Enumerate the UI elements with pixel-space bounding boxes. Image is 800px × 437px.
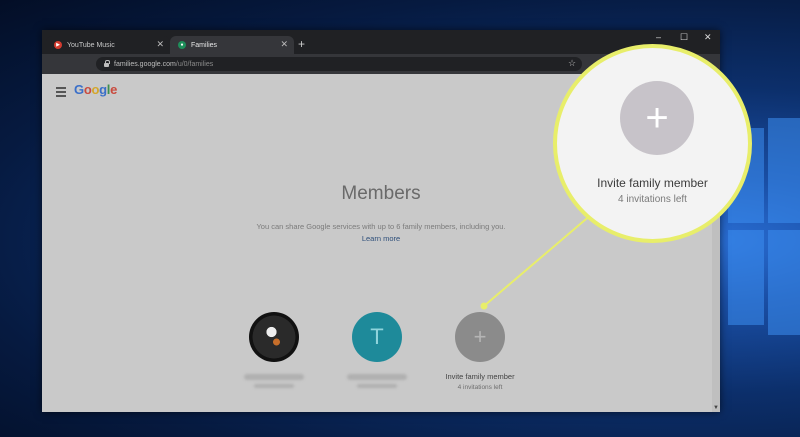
maximize-icon[interactable]: ☐ — [680, 32, 688, 43]
lock-icon — [104, 60, 110, 67]
minimize-icon[interactable]: – — [656, 32, 661, 42]
tab-label: YouTube Music — [67, 41, 115, 49]
logo-letter: e — [110, 82, 118, 97]
callout-subtitle: 4 invitations left — [618, 194, 687, 205]
windows-logo-pane — [728, 230, 764, 325]
callout-title: Invite family member — [597, 176, 708, 190]
close-tab-icon[interactable]: ✕ — [280, 39, 288, 50]
new-tab-button[interactable]: + — [298, 37, 305, 51]
windows-logo-pane — [768, 230, 800, 335]
member-email-blurred — [254, 384, 294, 388]
tab-families[interactable]: ● Families ✕ — [170, 36, 294, 54]
member-avatar-photo[interactable] — [249, 312, 299, 362]
url-host: families.google.com — [114, 60, 176, 68]
url-path: /u/0/families — [175, 60, 214, 68]
invite-plus-icon[interactable]: + — [620, 81, 694, 155]
close-tab-icon[interactable]: ✕ — [156, 39, 164, 50]
google-logo[interactable]: Google — [74, 82, 117, 97]
logo-letter: G — [74, 82, 84, 97]
invite-label: Invite family member — [445, 372, 515, 381]
close-window-icon[interactable]: ✕ — [704, 32, 712, 43]
tab-label: Families — [191, 41, 218, 49]
member-email-blurred — [357, 384, 397, 388]
zoom-callout: + Invite family member 4 invitations lef… — [553, 44, 752, 243]
invite-member-button[interactable]: + — [455, 312, 505, 362]
member-avatar-initial[interactable]: T — [352, 312, 402, 362]
tab-youtube-music[interactable]: ▶ YouTube Music ✕ — [46, 36, 170, 54]
youtube-music-favicon-icon: ▶ — [54, 41, 62, 49]
member-name-blurred — [347, 374, 407, 380]
address-bar[interactable]: families.google.com /u/0/families — [96, 57, 582, 71]
logo-letter: g — [99, 82, 107, 97]
bookmark-star-icon[interactable]: ☆ — [568, 58, 576, 69]
windows-logo-pane — [768, 118, 800, 223]
member-name-blurred — [244, 374, 304, 380]
invitations-left: 4 invitations left — [457, 384, 503, 391]
scroll-down-arrow-icon[interactable]: ▼ — [713, 405, 719, 411]
menu-icon[interactable] — [56, 87, 66, 99]
logo-letter: o — [91, 82, 100, 97]
families-favicon-icon: ● — [178, 41, 186, 49]
